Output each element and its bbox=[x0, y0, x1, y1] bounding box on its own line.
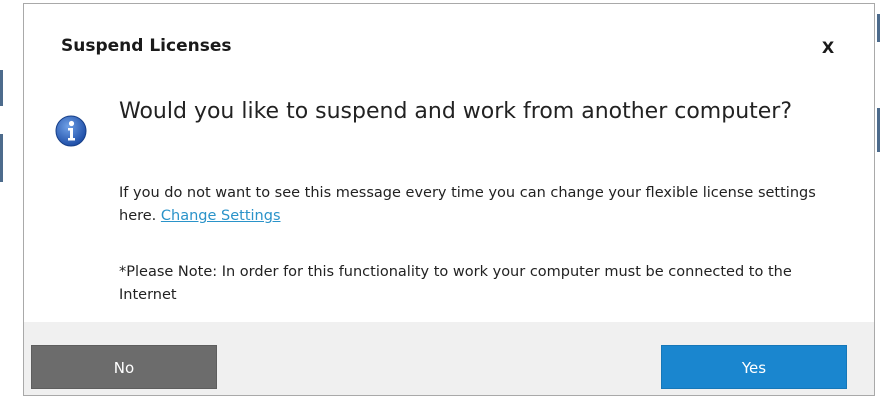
info-icon bbox=[55, 115, 87, 147]
dialog-question: Would you like to suspend and work from … bbox=[119, 99, 793, 124]
background-window-edge bbox=[0, 70, 3, 106]
no-button[interactable]: No bbox=[31, 345, 217, 389]
dialog-footer: No Yes bbox=[24, 322, 874, 395]
dialog-title: Suspend Licenses bbox=[61, 36, 232, 56]
suspend-licenses-dialog: Suspend Licenses X Would you like to sus… bbox=[23, 3, 875, 396]
change-settings-link[interactable]: Change Settings bbox=[161, 208, 281, 224]
yes-button[interactable]: Yes bbox=[661, 345, 847, 389]
settings-message: If you do not want to see this message e… bbox=[119, 182, 839, 228]
close-button[interactable]: X bbox=[817, 37, 839, 59]
internet-note: *Please Note: In order for this function… bbox=[119, 264, 792, 303]
background-window-edge bbox=[0, 134, 3, 182]
